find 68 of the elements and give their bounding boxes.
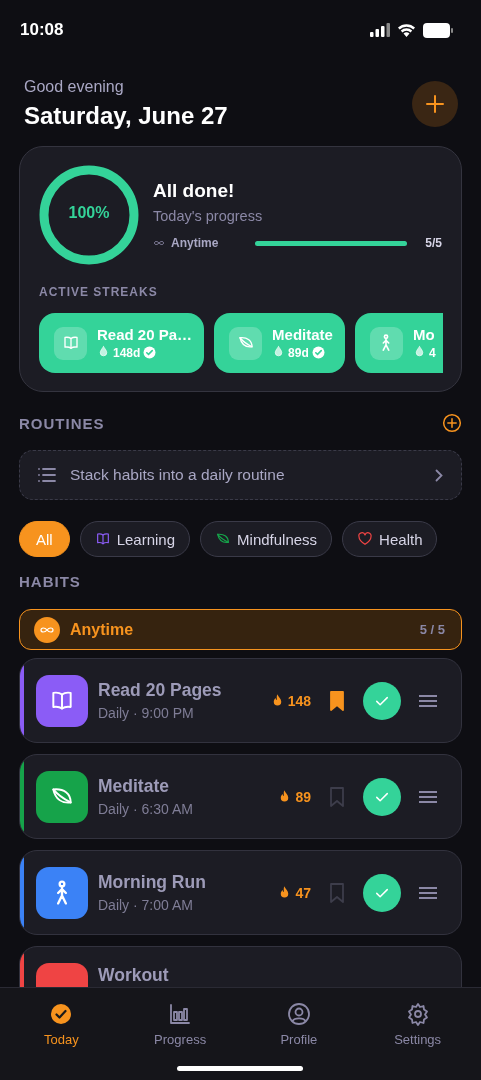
habit-name: Morning Run [98, 871, 207, 893]
bookmark-icon[interactable] [329, 690, 345, 711]
group-label: Anytime [70, 620, 135, 639]
habit-name: Meditate [98, 775, 170, 797]
streak-count: 89 [295, 788, 311, 805]
progress-count: 5/5 [425, 236, 442, 250]
complete-toggle[interactable] [363, 777, 401, 816]
walking-figure-icon [382, 334, 391, 352]
heart-icon [357, 531, 374, 547]
filter-chip[interactable]: Mindfulness [200, 521, 333, 557]
group-count: 5 / 5 [419, 622, 445, 637]
signal-icon [370, 23, 390, 37]
walking-figure-icon [56, 879, 68, 906]
habit-schedule: Daily · 7:00 AM [98, 897, 194, 914]
habit-name: Workout [98, 965, 170, 986]
filter-chip[interactable]: Health [342, 521, 438, 557]
list-icon [38, 468, 56, 482]
routine-prompt-button[interactable]: Stack habits into a daily routine [19, 450, 462, 500]
drag-handle-icon[interactable] [419, 790, 437, 803]
summary-subtitle: Today's progress [153, 208, 264, 224]
drop-icon [97, 344, 110, 358]
section-label: ACTIVE STREAKS [39, 285, 159, 299]
book-icon [61, 334, 80, 352]
summary-title: All done! [153, 180, 236, 202]
nav-tab[interactable]: Settings [362, 988, 473, 1052]
nav-tab[interactable]: Profile [243, 988, 354, 1052]
plus-icon [424, 93, 446, 115]
complete-toggle[interactable] [363, 681, 401, 720]
nav-tab[interactable]: Progress [125, 988, 236, 1052]
date-heading: Saturday, June 27 [24, 102, 228, 130]
section-label: ROUTINES [19, 414, 105, 432]
habit-card[interactable]: Workout [19, 946, 462, 987]
streak-days: 89d [288, 345, 309, 360]
habit-schedule: Daily · 6:30 AM [98, 801, 194, 818]
streak-days: 148d [113, 345, 141, 360]
habit-schedule: Daily · 9:00 PM [98, 705, 195, 722]
battery-icon [423, 22, 453, 38]
complete-toggle[interactable] [363, 873, 401, 912]
profile-icon [286, 1002, 311, 1026]
drag-handle-icon[interactable] [419, 886, 437, 899]
settings-icon [405, 1002, 430, 1026]
streak-days: 4 [428, 345, 436, 360]
habit-card[interactable]: Morning Run Daily · 7:00 AM 47 [19, 850, 462, 935]
habit-card[interactable]: Read 20 Pages Daily · 9:00 PM 148 [19, 658, 462, 743]
status-time: 10:08 [20, 20, 64, 40]
streak-count: 148 [287, 692, 311, 709]
filter-chip[interactable]: Learning [79, 521, 191, 557]
add-button[interactable] [412, 81, 458, 127]
progress-percent: 100% [67, 204, 111, 222]
greeting: Good evening [24, 78, 125, 96]
streak-name: Read 20 Pa… [97, 325, 193, 343]
nav-tab[interactable]: Today [6, 988, 117, 1052]
bar-chart-icon [168, 1002, 193, 1026]
drag-handle-icon[interactable] [419, 694, 437, 707]
habit-card[interactable]: Meditate Daily · 6:30 AM 89 [19, 754, 462, 839]
streak-name: Mo [412, 325, 436, 343]
chevron-right-icon [435, 468, 443, 482]
add-routine-button[interactable] [442, 413, 462, 433]
group-header[interactable]: Anytime 5 / 5 [19, 609, 462, 650]
habit-name: Read 20 Pages [98, 679, 223, 701]
infinity-icon [153, 239, 165, 247]
section-label: HABITS [19, 573, 82, 590]
check-circle-icon [49, 1002, 74, 1026]
streak-count: 47 [295, 884, 311, 901]
streak-name: Meditate [272, 325, 333, 343]
group-label: Anytime [171, 236, 220, 250]
book-icon [94, 531, 111, 547]
wifi-icon [397, 23, 416, 37]
